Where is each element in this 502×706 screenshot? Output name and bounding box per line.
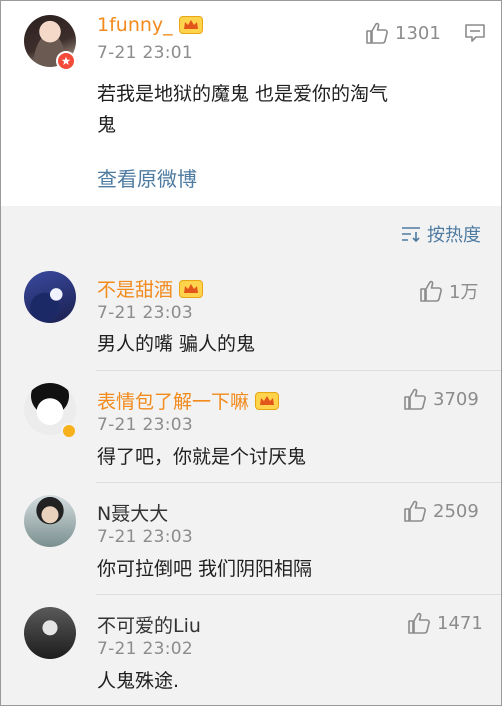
reply-user-row: 表情包了解一下嘛 xyxy=(97,387,280,414)
like-count: 3709 xyxy=(433,388,479,410)
timestamp: 7-21 23:03 xyxy=(97,415,193,435)
comment-text: 你可拉倒吧 我们阴阳相隔 xyxy=(97,558,313,580)
like-button[interactable]: 1万 xyxy=(419,278,478,304)
sort-icon xyxy=(402,227,420,243)
crown-icon xyxy=(178,16,203,34)
sort-by-hot-button[interactable]: 按热度 xyxy=(401,221,481,247)
like-button[interactable]: 1471 xyxy=(407,612,483,634)
like-count: 2509 xyxy=(433,500,479,522)
crown-icon xyxy=(179,279,204,298)
reply-item: N聂大大 7-21 23:03 2509 你可拉倒吧 我们阴阳相隔 xyxy=(1,483,501,595)
view-original-link[interactable]: 查看原微博 xyxy=(97,163,197,192)
reply-user-row: 不是甜酒 xyxy=(97,275,204,302)
reply-item: 表情包了解一下嘛 7-21 23:03 3709 得了吧，你就是个讨厌鬼 xyxy=(1,371,501,483)
username[interactable]: N聂大大 xyxy=(97,499,168,526)
comment-text-line: 鬼 xyxy=(97,114,117,136)
like-button[interactable]: 1301 xyxy=(365,22,441,44)
reply-user-row: N聂大大 xyxy=(97,499,168,526)
thumbs-up-icon xyxy=(420,280,442,302)
sort-label: 按热度 xyxy=(427,225,481,246)
thumbs-up-icon xyxy=(408,612,430,634)
comment-text: 人鬼殊途. xyxy=(97,670,180,692)
comment-text: 男人的嘴 骗人的鬼 xyxy=(97,333,256,355)
like-count: 1301 xyxy=(395,22,441,44)
username[interactable]: 表情包了解一下嘛 xyxy=(97,387,249,414)
like-button[interactable]: 3709 xyxy=(403,388,479,410)
thumbs-up-icon xyxy=(404,500,426,522)
like-button[interactable]: 2509 xyxy=(403,500,479,522)
avatar[interactable] xyxy=(24,607,76,659)
thumbs-up-icon xyxy=(366,22,388,44)
main-user-row: 1funny_ xyxy=(97,14,203,36)
reply-user-row: 不可爱的Liu xyxy=(97,611,201,638)
timestamp: 7-21 23:02 xyxy=(97,639,193,659)
avatar[interactable] xyxy=(24,271,76,323)
timestamp: 7-21 23:03 xyxy=(97,303,193,323)
like-count: 1万 xyxy=(449,282,479,303)
crown-icon xyxy=(255,391,280,410)
comment-text: 得了吧，你就是个讨厌鬼 xyxy=(97,446,307,468)
like-count: 1471 xyxy=(437,612,483,634)
thumbs-up-icon xyxy=(404,388,426,410)
comment-list: 1funny_ 7-21 23:01 1301 若我是地狱的魔鬼 也是爱你的淘气… xyxy=(0,0,502,706)
avatar-badge-icon xyxy=(56,51,76,71)
username[interactable]: 不可爱的Liu xyxy=(97,611,201,638)
comment-text-line: 若我是地狱的魔鬼 也是爱你的淘气 xyxy=(97,83,389,105)
verified-badge-icon xyxy=(61,423,77,439)
avatar[interactable] xyxy=(24,495,76,547)
reply-item: 不是甜酒 7-21 23:03 1万 男人的嘴 骗人的鬼 xyxy=(1,259,501,371)
comment-menu-icon[interactable] xyxy=(464,23,486,47)
reply-item: 不可爱的Liu 7-21 23:02 1471 人鬼殊途. xyxy=(1,595,501,705)
timestamp: 7-21 23:01 xyxy=(97,43,193,63)
comment-text: 若我是地狱的魔鬼 也是爱你的淘气 鬼 xyxy=(97,79,388,141)
main-avatar-wrap[interactable] xyxy=(24,9,76,71)
timestamp: 7-21 23:03 xyxy=(97,527,193,547)
username[interactable]: 1funny_ xyxy=(97,14,173,36)
username[interactable]: 不是甜酒 xyxy=(97,275,173,302)
main-comment: 1funny_ 7-21 23:01 1301 若我是地狱的魔鬼 也是爱你的淘气… xyxy=(1,1,501,206)
